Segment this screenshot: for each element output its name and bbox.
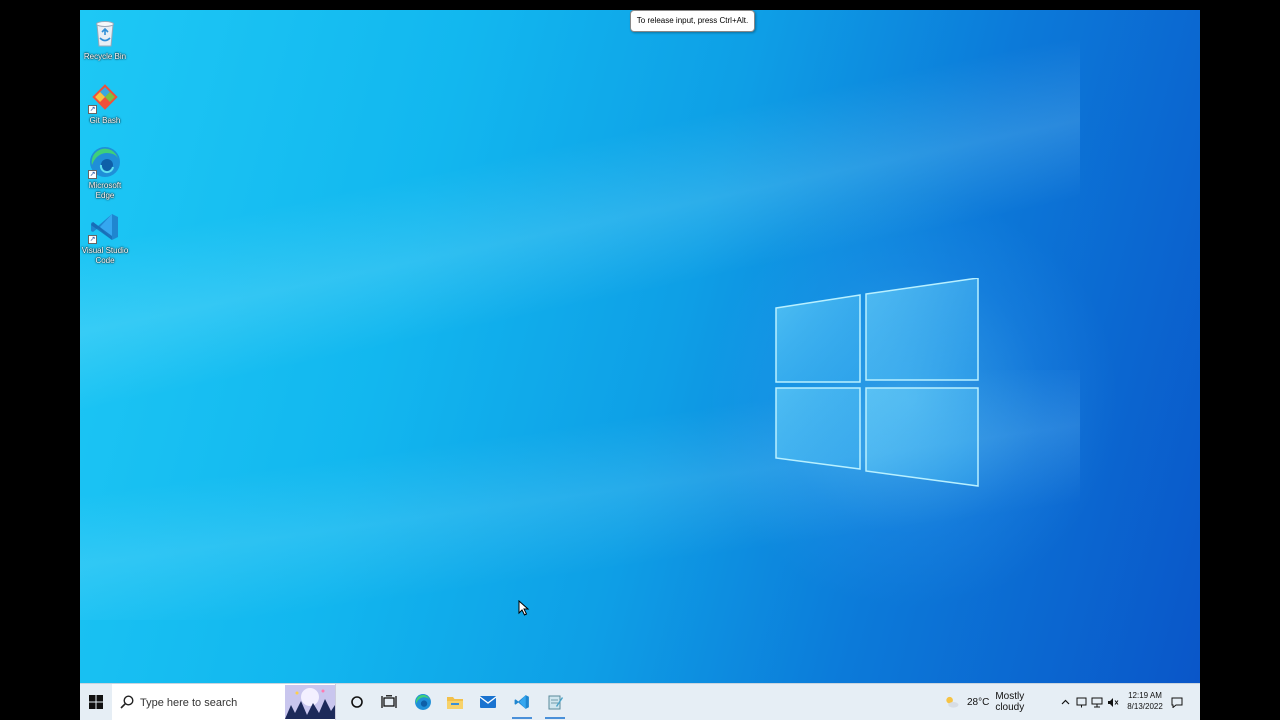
weather-condition: Mostly cloudy [995,691,1025,713]
vscode-icon: ↗ [88,210,122,244]
release-input-tooltip: To release input, press Ctrl+Alt. [630,10,755,32]
cortana-icon [351,696,363,708]
edge-icon: ↗ [88,145,122,179]
desktop-icon-label: Microsoft Edge [88,181,122,200]
clock-date: 8/13/2022 [1127,702,1163,711]
taskbar-file-explorer-button[interactable] [439,684,471,720]
clock-time: 12:19 AM [1128,691,1162,700]
task-view-icon [381,695,397,708]
start-button[interactable] [80,684,112,720]
running-indicator [545,717,565,719]
mail-icon [479,696,497,708]
vscode-icon [514,695,529,709]
desktop-icon-label: Git Bash [89,116,121,125]
search-input[interactable] [138,693,292,713]
taskbar: 28°C Mostly cloudy [80,683,1200,720]
weather-widget[interactable]: 28°C Mostly cloudy [944,684,1052,720]
shortcut-arrow-icon: ↗ [88,170,97,179]
desktop-icon-microsoft-edge[interactable]: ↗ Microsoft Edge [80,145,130,201]
search-highlight-art-icon [285,685,335,719]
git-bash-icon: ↗ [88,80,122,114]
show-hidden-icons-button[interactable] [1058,684,1072,720]
taskbar-search-box[interactable] [112,684,336,720]
task-view-button[interactable] [373,684,405,720]
desktop-icon-label: Visual Studio Code [81,246,129,265]
weather-temp: 28°C [966,696,990,708]
taskbar-vscode-button[interactable] [506,684,538,720]
shortcut-arrow-icon: ↗ [88,235,97,244]
file-explorer-icon [447,697,463,709]
cortana-button[interactable] [341,684,373,720]
notification-icon [1171,697,1183,708]
desktop-icon-recycle-bin[interactable]: Recycle Bin [80,16,130,62]
device-icon [1076,697,1086,707]
recycle-bin-icon [88,16,122,50]
volume-muted-icon [1108,697,1119,707]
notepad-icon [548,695,563,710]
edge-icon [415,694,431,710]
windows-start-icon [89,695,103,709]
notifications-button[interactable] [1170,684,1184,720]
shortcut-arrow-icon: ↗ [88,105,97,114]
partly-cloudy-icon [946,696,959,708]
network-icon [1091,697,1103,707]
running-indicator [512,717,532,719]
chevron-up-icon [1061,699,1069,705]
desktop-icon-label: Recycle Bin [83,52,127,61]
volume-button[interactable] [1106,684,1120,720]
taskbar-mail-button[interactable] [472,684,504,720]
mouse-cursor-icon [518,600,530,616]
host-window-top-bar [80,0,1200,10]
taskbar-clock[interactable]: 12:19 AM 8/13/2022 [1120,684,1170,720]
search-icon [120,695,134,709]
network-button[interactable] [1090,684,1104,720]
desktop-screen[interactable]: Recycle Bin ↗ Git Bash ↗ Microsoft Edge [80,10,1200,720]
desktop-icon-visual-studio-code[interactable]: ↗ Visual Studio Code [80,210,130,266]
windows-logo-wallpaper [775,278,979,487]
tray-device-button[interactable] [1074,684,1088,720]
taskbar-edge-button[interactable] [407,684,439,720]
taskbar-notepad-button[interactable] [539,684,571,720]
desktop-icon-git-bash[interactable]: ↗ Git Bash [80,80,130,126]
